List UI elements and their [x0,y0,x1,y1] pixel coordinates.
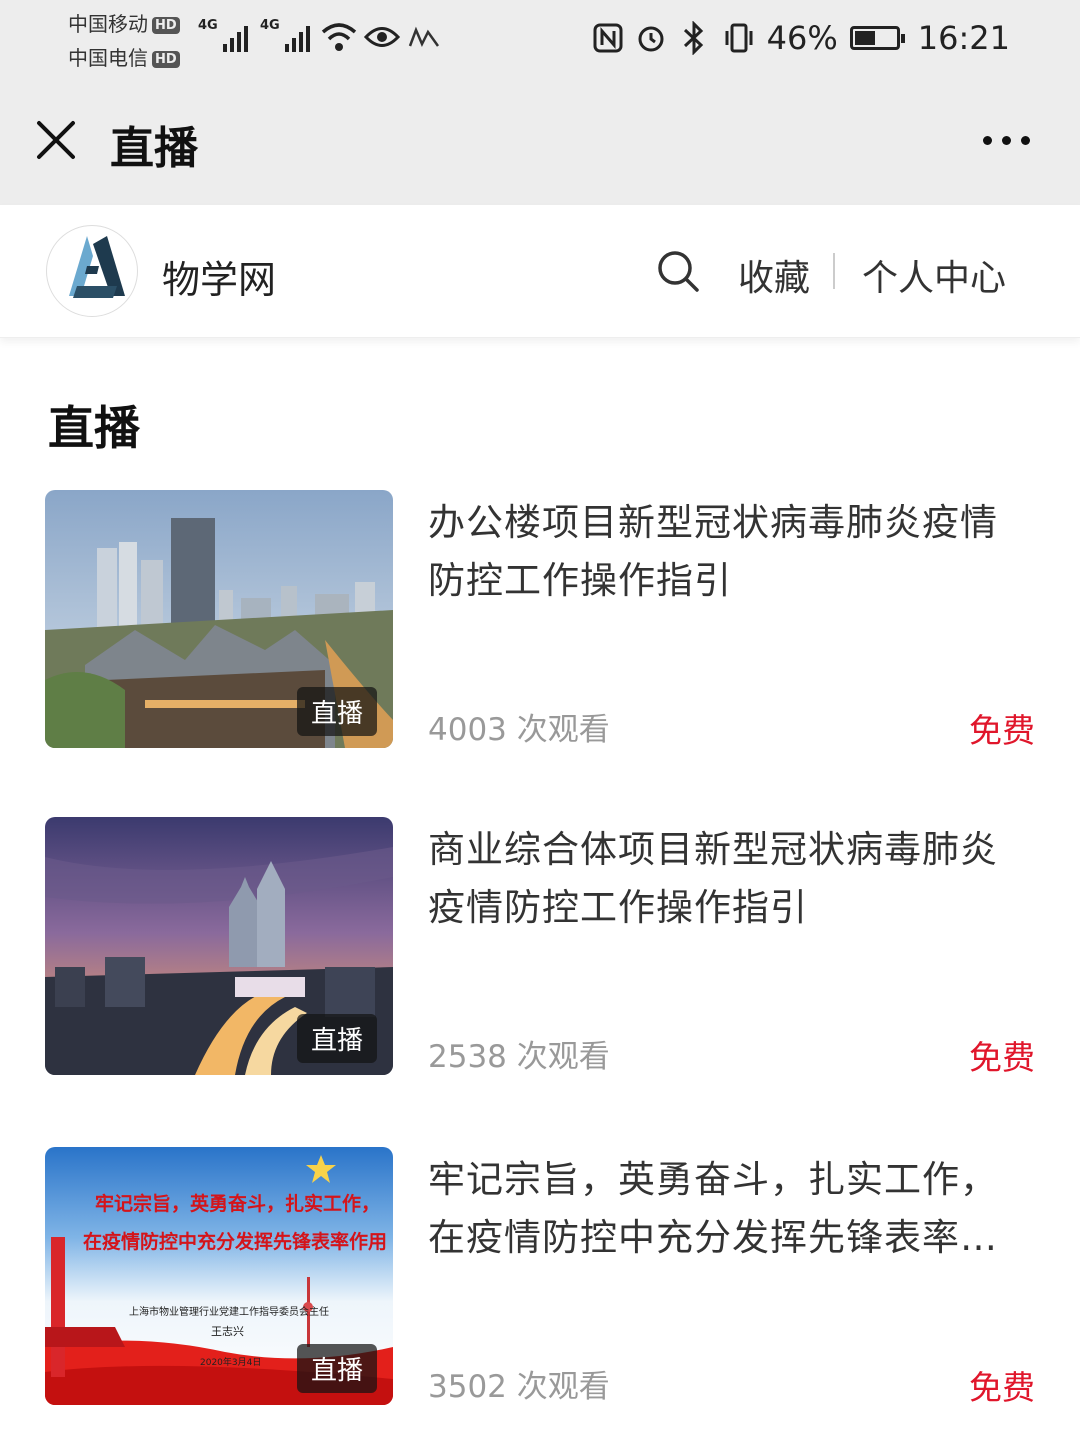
item-title[interactable]: 商业综合体项目新型冠状病毒肺炎疫情防控工作操作指引 [428,821,1033,937]
clock: 16:21 [917,19,1010,57]
nav-divider [833,253,835,289]
battery-icon [849,26,905,50]
battery-percent: 46% [766,19,838,57]
thumbnail-image[interactable]: 牢记宗旨，英勇奋斗，扎实工作， 在疫情防控中充分发挥先锋表率作用 上海市物业管理… [45,1147,393,1405]
title-bar: 直播 [0,80,1080,205]
wifi-icon [321,23,357,51]
price-label: 免费 [969,711,1035,750]
status-bar: 中国移动 HD 中国电信 HD 4G 4G 46% 16:21 [0,0,1080,80]
list-item[interactable]: 牢记宗旨，英勇奋斗，扎实工作， 在疫情防控中充分发挥先锋表率作用 上海市物业管理… [45,1147,1035,1407]
search-icon[interactable] [656,249,700,293]
status-right-icons: 46% 16:21 [593,14,1010,62]
live-badge: 直播 [296,1014,377,1063]
poster-headline-2: 在疫情防控中充分发挥先锋表率作用 [83,1231,388,1253]
favorites-link[interactable]: 收藏 [738,249,810,301]
page-title: 直播 [110,123,198,174]
nfc-icon [593,23,623,53]
view-count: 2538 次观看 [428,1039,610,1075]
price-label: 免费 [969,1038,1035,1077]
bluetooth-icon [683,21,703,55]
signal-icon: 4G [198,18,248,52]
thumbnail-image[interactable]: 直播 [45,817,393,1075]
carrier-1: 中国移动 HD [68,8,180,37]
poster-org: 上海市物业管理行业党建工作指导委员会主任 [129,1307,329,1318]
item-title[interactable]: 牢记宗旨，英勇奋斗，扎实工作，在疫情防控中充分发挥先锋表率作用 [428,1151,1033,1267]
live-badge: 直播 [296,1344,377,1393]
item-title[interactable]: 办公楼项目新型冠状病毒肺炎疫情防控工作操作指引 [428,494,1033,610]
view-count: 3502 次观看 [428,1369,610,1405]
view-count: 4003 次观看 [428,712,610,748]
poster-person: 王志兴 [211,1325,244,1338]
app-notification-icon [408,26,440,47]
site-header: 物学网 收藏 个人中心 [0,205,1080,338]
live-badge: 直播 [296,687,377,736]
list-item[interactable]: 直播 商业综合体项目新型冠状病毒肺炎疫情防控工作操作指引 2538 次观看 免费 [45,817,1035,1077]
poster-headline-1: 牢记宗旨，英勇奋斗，扎实工作， [95,1193,381,1215]
alarm-icon [638,26,664,52]
eye-icon [364,27,400,47]
thumbnail-image[interactable]: 直播 [45,490,393,748]
carrier-2: 中国电信 HD [68,42,180,71]
vibrate-icon [725,23,753,53]
more-icon[interactable] [983,136,1030,145]
poster-date: 2020年3月4日 [200,1358,262,1368]
list-item[interactable]: 直播 办公楼项目新型冠状病毒肺炎疫情防控工作操作指引 4003 次观看 免费 [45,490,1035,750]
section-title: 直播 [48,401,140,455]
price-label: 免费 [969,1368,1035,1407]
site-name: 物学网 [162,258,277,302]
site-logo[interactable] [46,225,138,317]
profile-link[interactable]: 个人中心 [862,249,1006,301]
signal-icon: 4G [260,18,310,52]
close-icon[interactable] [34,118,78,162]
